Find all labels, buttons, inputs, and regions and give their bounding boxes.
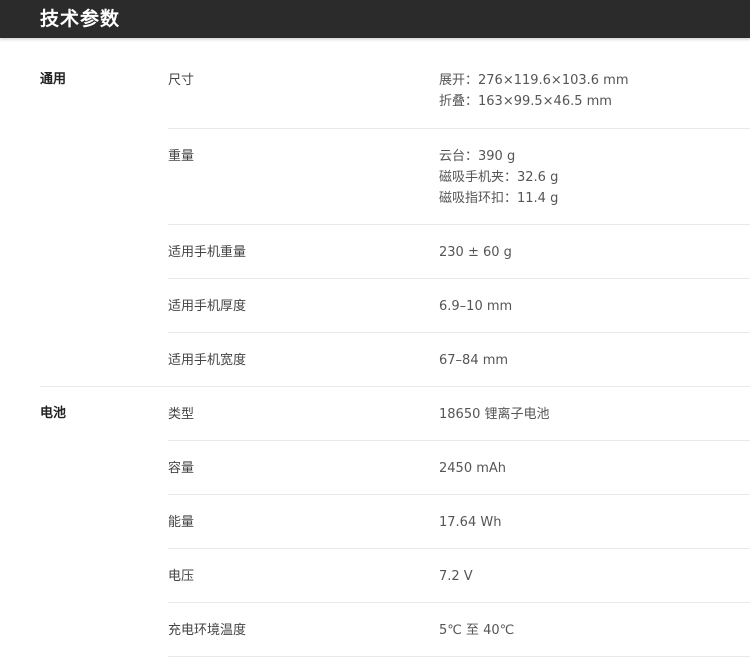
spec-values: 67–84 mm xyxy=(439,350,508,371)
section-label-general: 通用 xyxy=(40,72,67,87)
spec-values: 展开：276×119.6×103.6 mm 折叠：163×99.5×46.5 m… xyxy=(439,70,629,112)
spec-values: 230 ± 60 g xyxy=(439,242,512,263)
spec-row-battery-capacity: 容量 2450 mAh xyxy=(168,458,750,495)
spec-values: 云台：390 g 磁吸手机夹：32.6 g 磁吸指环扣：11.4 g xyxy=(439,146,558,209)
spec-row-phone-thickness: 适用手机厚度 6.9–10 mm xyxy=(168,296,750,333)
spec-label: 容量 xyxy=(168,461,195,476)
spec-label: 适用手机厚度 xyxy=(168,299,247,314)
spec-label: 适用手机宽度 xyxy=(168,353,247,368)
spec-row-charging-temperature: 充电环境温度 5℃ 至 40℃ xyxy=(168,620,750,657)
spec-label: 类型 xyxy=(168,407,195,422)
spec-value-line: 折叠：163×99.5×46.5 mm xyxy=(439,94,612,109)
spec-value-line: 17.64 Wh xyxy=(439,515,502,530)
spec-value-line: 展开：276×119.6×103.6 mm xyxy=(439,73,629,88)
spec-values: 18650 锂离子电池 xyxy=(439,404,550,425)
spec-value-line: 230 ± 60 g xyxy=(439,245,512,260)
spec-values: 17.64 Wh xyxy=(439,512,501,533)
page-title: 技术参数 xyxy=(40,8,121,30)
spec-row-phone-weight: 适用手机重量 230 ± 60 g xyxy=(168,242,750,279)
spec-values: 2450 mAh xyxy=(439,458,506,479)
spec-value-line: 67–84 mm xyxy=(439,353,509,368)
spec-label: 尺寸 xyxy=(168,73,195,88)
spec-value-line: 磁吸手机夹：32.6 g xyxy=(439,170,559,185)
spec-label: 能量 xyxy=(168,515,195,530)
spec-row-phone-width: 适用手机宽度 67–84 mm xyxy=(168,350,750,386)
spec-value-line: 5℃ 至 40℃ xyxy=(439,623,515,638)
spec-value-line: 磁吸指环扣：11.4 g xyxy=(439,191,559,206)
section-divider xyxy=(40,386,750,387)
page-header: 技术参数 xyxy=(0,0,750,38)
spec-value-line: 18650 锂离子电池 xyxy=(439,407,550,422)
spec-label: 适用手机重量 xyxy=(168,245,247,260)
spec-value-line: 云台：390 g xyxy=(439,149,516,164)
spec-label: 充电环境温度 xyxy=(168,623,247,638)
spec-label: 电压 xyxy=(168,569,195,584)
spec-row-battery-voltage: 电压 7.2 V xyxy=(168,566,750,603)
spec-row-dimensions: 尺寸 展开：276×119.6×103.6 mm 折叠：163×99.5×46.… xyxy=(168,70,750,129)
spec-row-battery-energy: 能量 17.64 Wh xyxy=(168,512,750,549)
spec-value-line: 7.2 V xyxy=(439,569,473,584)
spec-value-line: 2450 mAh xyxy=(439,461,507,476)
spec-row-battery-type: 类型 18650 锂离子电池 xyxy=(168,404,750,441)
spec-row-weight: 重量 云台：390 g 磁吸手机夹：32.6 g 磁吸指环扣：11.4 g xyxy=(168,146,750,225)
spec-values: 7.2 V xyxy=(439,566,473,587)
spec-values: 5℃ 至 40℃ xyxy=(439,620,514,641)
section-label-battery: 电池 xyxy=(40,406,67,421)
spec-value-line: 6.9–10 mm xyxy=(439,299,513,314)
spec-label: 重量 xyxy=(168,149,195,164)
spec-values: 6.9–10 mm xyxy=(439,296,512,317)
